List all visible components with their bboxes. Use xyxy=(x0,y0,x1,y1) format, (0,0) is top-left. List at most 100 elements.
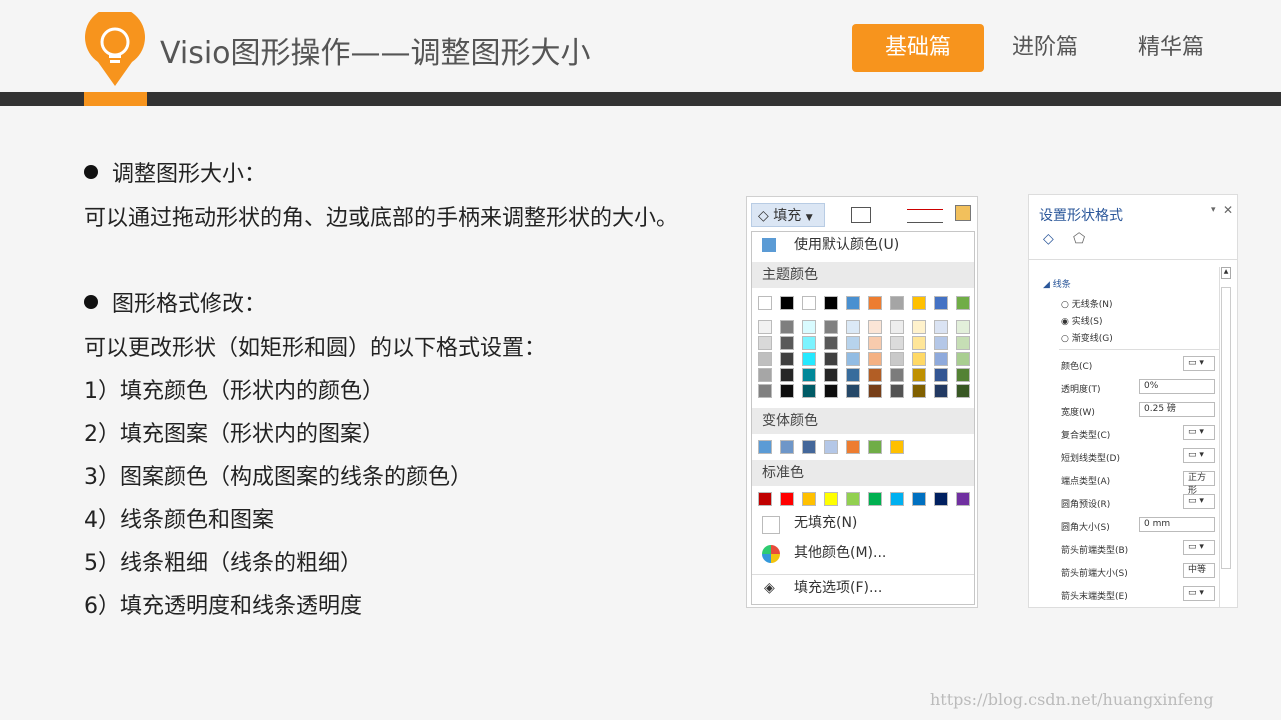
theme-color-swatch[interactable] xyxy=(802,320,816,334)
theme-color-swatch[interactable] xyxy=(890,320,904,334)
theme-color-swatch[interactable] xyxy=(846,320,860,334)
theme-color-swatch[interactable] xyxy=(912,296,926,310)
theme-color-swatch[interactable] xyxy=(802,336,816,350)
menu-item-default-color[interactable]: 使用默认颜色(U) xyxy=(752,232,974,258)
theme-color-swatch[interactable] xyxy=(780,384,794,398)
theme-color-swatch[interactable] xyxy=(758,296,772,310)
theme-color-swatch[interactable] xyxy=(868,368,882,382)
theme-color-swatch[interactable] xyxy=(758,352,772,366)
property-control[interactable]: ▭ ▾ xyxy=(1183,586,1215,601)
variant-color-swatch[interactable] xyxy=(890,440,904,454)
theme-color-swatch[interactable] xyxy=(934,296,948,310)
theme-color-swatch[interactable] xyxy=(824,368,838,382)
theme-color-swatch[interactable] xyxy=(956,352,970,366)
theme-color-swatch[interactable] xyxy=(824,296,838,310)
property-control[interactable]: ▭ ▾ xyxy=(1183,356,1215,371)
theme-color-swatch[interactable] xyxy=(780,352,794,366)
theme-color-swatch[interactable] xyxy=(934,336,948,350)
connector-icon[interactable] xyxy=(907,209,943,223)
standard-color-swatch[interactable] xyxy=(868,492,882,506)
standard-color-swatch[interactable] xyxy=(802,492,816,506)
theme-color-swatch[interactable] xyxy=(868,296,882,310)
standard-color-swatch[interactable] xyxy=(890,492,904,506)
property-control[interactable]: 0% xyxy=(1139,379,1215,394)
theme-color-swatch[interactable] xyxy=(956,336,970,350)
standard-color-swatch[interactable] xyxy=(934,492,948,506)
theme-color-swatch[interactable] xyxy=(934,352,948,366)
variant-color-swatch[interactable] xyxy=(868,440,882,454)
property-control[interactable]: 正方形 xyxy=(1183,471,1215,496)
theme-color-swatch[interactable] xyxy=(802,296,816,310)
variant-color-swatch[interactable] xyxy=(846,440,860,454)
theme-color-swatch[interactable] xyxy=(802,352,816,366)
fill-button[interactable]: ◇ 填充 ▼ xyxy=(751,203,825,227)
theme-color-swatch[interactable] xyxy=(780,296,794,310)
standard-color-swatch[interactable] xyxy=(780,492,794,506)
theme-color-swatch[interactable] xyxy=(824,336,838,350)
theme-color-swatch[interactable] xyxy=(890,296,904,310)
theme-color-swatch[interactable] xyxy=(956,368,970,382)
standard-color-swatch[interactable] xyxy=(956,492,970,506)
theme-color-swatch[interactable] xyxy=(868,336,882,350)
menu-item-more-colors[interactable]: 其他颜色(M)... xyxy=(752,540,974,566)
theme-color-swatch[interactable] xyxy=(934,384,948,398)
theme-color-swatch[interactable] xyxy=(890,336,904,350)
theme-color-swatch[interactable] xyxy=(890,352,904,366)
theme-color-swatch[interactable] xyxy=(758,320,772,334)
theme-color-swatch[interactable] xyxy=(780,336,794,350)
theme-color-swatch[interactable] xyxy=(912,384,926,398)
property-control[interactable]: 中等 xyxy=(1183,563,1215,578)
tab-advanced[interactable]: 进阶篇 xyxy=(990,24,1100,72)
menu-item-fill-options[interactable]: ◈ 填充选项(F)... xyxy=(752,574,974,601)
radio-solid-line[interactable]: ◉ 实线(S) xyxy=(1061,314,1102,327)
close-icon[interactable]: ✕ xyxy=(1223,203,1233,217)
theme-color-swatch[interactable] xyxy=(758,384,772,398)
scrollbar[interactable]: ▲ xyxy=(1219,267,1231,607)
radio-gradient-line[interactable]: ○ 渐变线(G) xyxy=(1061,331,1113,344)
theme-color-swatch[interactable] xyxy=(802,368,816,382)
theme-color-swatch[interactable] xyxy=(846,368,860,382)
variant-color-swatch[interactable] xyxy=(758,440,772,454)
theme-color-swatch[interactable] xyxy=(846,296,860,310)
property-control[interactable]: 0 mm xyxy=(1139,517,1215,532)
property-control[interactable]: ▭ ▾ xyxy=(1183,448,1215,463)
variant-color-swatch[interactable] xyxy=(824,440,838,454)
theme-color-swatch[interactable] xyxy=(868,320,882,334)
variant-color-swatch[interactable] xyxy=(780,440,794,454)
theme-color-swatch[interactable] xyxy=(890,384,904,398)
theme-color-swatch[interactable] xyxy=(868,352,882,366)
theme-color-swatch[interactable] xyxy=(758,336,772,350)
theme-color-swatch[interactable] xyxy=(824,384,838,398)
tab-basic[interactable]: 基础篇 xyxy=(852,24,984,72)
chevron-down-icon[interactable]: ▾ xyxy=(1211,205,1216,215)
theme-color-swatch[interactable] xyxy=(890,368,904,382)
theme-color-swatch[interactable] xyxy=(780,320,794,334)
theme-color-swatch[interactable] xyxy=(934,320,948,334)
theme-color-swatch[interactable] xyxy=(846,384,860,398)
theme-color-swatch[interactable] xyxy=(956,296,970,310)
theme-color-swatch[interactable] xyxy=(934,368,948,382)
scroll-up-icon[interactable]: ▲ xyxy=(1221,267,1231,279)
shape-icon[interactable] xyxy=(851,207,871,223)
theme-color-swatch[interactable] xyxy=(956,320,970,334)
theme-color-swatch[interactable] xyxy=(912,368,926,382)
theme-color-swatch[interactable] xyxy=(802,384,816,398)
theme-color-swatch[interactable] xyxy=(824,320,838,334)
standard-color-swatch[interactable] xyxy=(758,492,772,506)
property-control[interactable]: ▭ ▾ xyxy=(1183,494,1215,509)
theme-color-swatch[interactable] xyxy=(912,320,926,334)
standard-color-swatch[interactable] xyxy=(824,492,838,506)
scroll-thumb[interactable] xyxy=(1221,287,1231,569)
radio-no-line[interactable]: ○ 无线条(N) xyxy=(1061,297,1112,310)
standard-color-swatch[interactable] xyxy=(846,492,860,506)
theme-color-swatch[interactable] xyxy=(912,336,926,350)
line-section-header[interactable]: ◢ 线条 xyxy=(1043,277,1071,290)
property-control[interactable]: ▭ ▾ xyxy=(1183,425,1215,440)
effects-tab-icon[interactable]: ⬠ xyxy=(1073,231,1085,247)
theme-color-swatch[interactable] xyxy=(846,352,860,366)
position-icon[interactable] xyxy=(955,205,971,221)
fill-line-tab-icon[interactable]: ◇ xyxy=(1043,231,1054,247)
property-control[interactable]: ▭ ▾ xyxy=(1183,540,1215,555)
theme-color-swatch[interactable] xyxy=(846,336,860,350)
theme-color-swatch[interactable] xyxy=(868,384,882,398)
